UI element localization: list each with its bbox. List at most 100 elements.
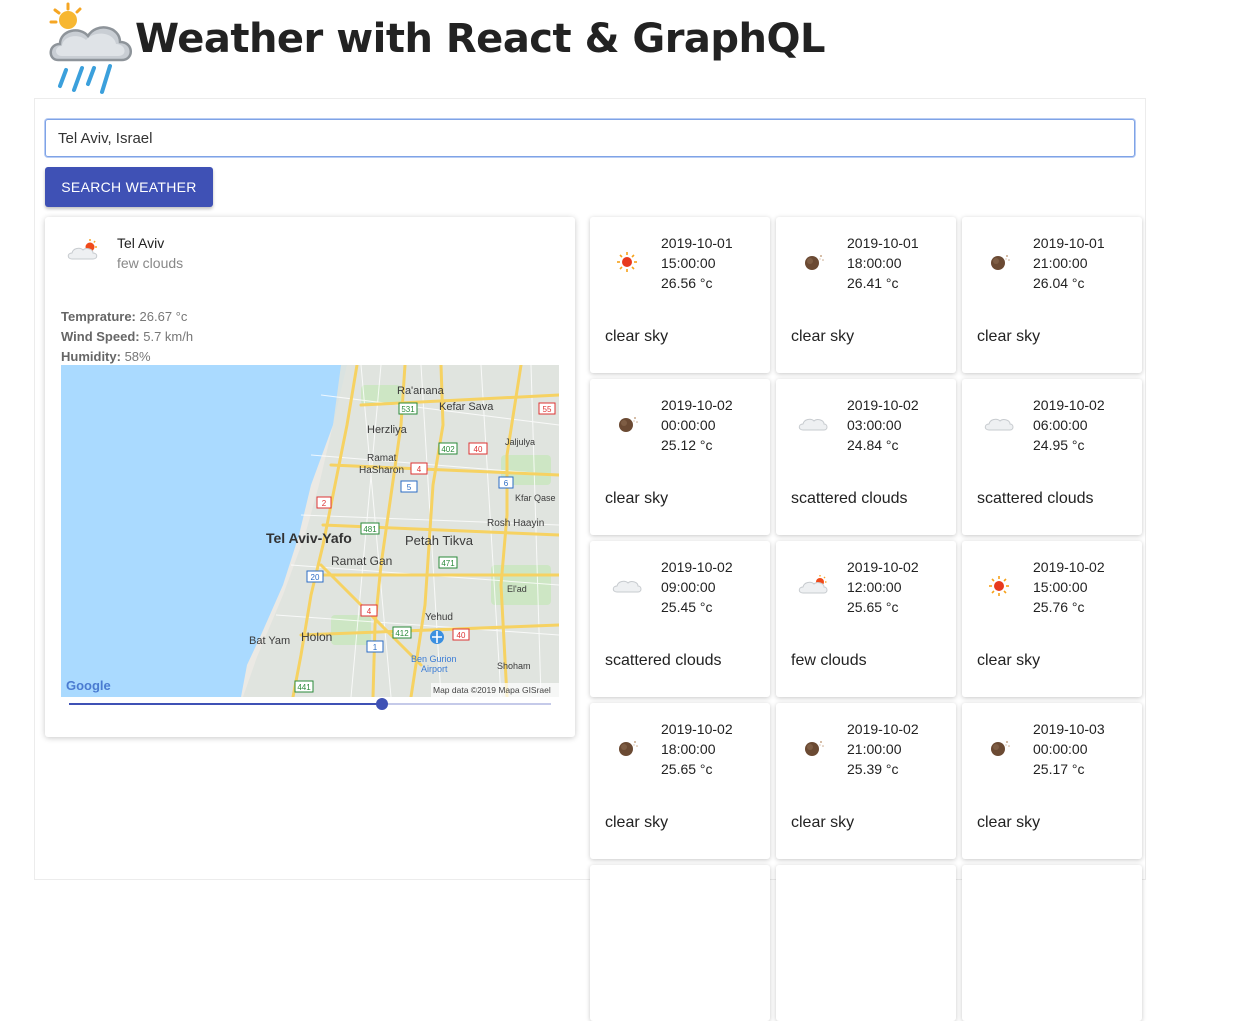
cloud-icon [798, 418, 828, 431]
forecast-description: scattered clouds [977, 490, 1094, 507]
forecast-description: clear sky [605, 328, 669, 345]
moon-icon [619, 417, 638, 432]
forecast-date: 2019-10-02 [847, 397, 919, 413]
wind-row: Wind Speed: 5.7 km/h [61, 327, 193, 347]
road-shield-40b: 40 [457, 631, 466, 640]
humidity-label: Humidity: [61, 349, 121, 364]
road-shield-412: 412 [395, 629, 409, 638]
forecast-time: 18:00:00 [847, 255, 902, 271]
map-label-jaljulya: Jaljulya [505, 437, 535, 447]
map-label-rosh-haayin: Rosh Haayin [487, 518, 544, 529]
map-label-elad: El'ad [507, 584, 527, 594]
forecast-description: scattered clouds [605, 652, 722, 669]
forecast-description: clear sky [977, 652, 1041, 669]
forecast-time: 09:00:00 [661, 579, 716, 595]
forecast-time: 15:00:00 [661, 255, 716, 271]
current-weather-card: Tel Aviv few clouds Temprature: 26.67 °c… [45, 217, 575, 737]
forecast-time: 21:00:00 [1033, 255, 1088, 271]
time-slider[interactable] [69, 697, 551, 711]
few-clouds-day-icon [798, 575, 828, 594]
airport-icon [430, 630, 444, 644]
forecast-time: 21:00:00 [847, 741, 902, 757]
sun-icon [617, 252, 637, 272]
road-shield-4a: 4 [417, 465, 422, 474]
slider-thumb[interactable] [376, 698, 388, 710]
forecast-description: clear sky [977, 814, 1041, 831]
map-label-kefar-sava: Kefar Sava [439, 401, 494, 413]
humidity-value: 58% [124, 349, 151, 364]
cloud-icon [612, 580, 642, 593]
moon-icon [619, 741, 638, 756]
road-shield-4b: 4 [367, 607, 372, 616]
forecast-temperature: 25.39 °c [847, 761, 899, 777]
few-clouds-day-icon [67, 239, 98, 260]
forecast-temperature: 24.84 °c [847, 437, 899, 453]
map-label-ramat-hasharon-1: Ramat [367, 453, 397, 464]
app-header: Weather with React & GraphQL [40, 0, 826, 100]
google-logo: Google [66, 678, 111, 693]
current-description: few clouds [117, 255, 184, 271]
forecast-temperature: 24.95 °c [1033, 437, 1085, 453]
forecast-card: 2019-10-02 12:00:00 25.65 °c few clouds [776, 541, 956, 697]
road-shield-55: 55 [543, 405, 552, 414]
forecast-time: 12:00:00 [847, 579, 902, 595]
forecast-time: 06:00:00 [1033, 417, 1088, 433]
forecast-card: 2019-10-02 15:00:00 25.76 °c clear sky [962, 541, 1142, 697]
wind-value: 5.7 km/h [143, 329, 194, 344]
humidity-row: Humidity: 58% [61, 347, 193, 367]
forecast-temperature: 25.12 °c [661, 437, 713, 453]
forecast-date: 2019-10-02 [661, 559, 733, 575]
map-label-herzliya: Herzliya [367, 424, 408, 436]
road-shield-402: 402 [441, 445, 455, 454]
forecast-time: 15:00:00 [1033, 579, 1088, 595]
moon-icon [991, 741, 1010, 756]
forecast-card: 2019-10-02 06:00:00 24.95 °c scattered clou… [962, 379, 1142, 535]
map-label-tel-aviv-yafo: Tel Aviv-Yafo [266, 530, 352, 546]
sun-icon [989, 576, 1009, 596]
cloud-icon [984, 418, 1014, 431]
forecast-card: 2019-10-02 09:00:00 25.45 °c scattered clou… [590, 541, 770, 697]
wind-label: Wind Speed: [61, 329, 140, 344]
forecast-temperature: 25.76 °c [1033, 599, 1085, 615]
forecast-description: clear sky [791, 328, 855, 345]
forecast-description: clear sky [605, 490, 669, 507]
forecast-temperature: 26.56 °c [661, 275, 713, 291]
forecast-time: 03:00:00 [847, 417, 902, 433]
map-label-ramat-gan: Ramat Gan [331, 554, 392, 568]
forecast-card: 2019-10-01 15:00:00 26.56 °c clear sky [590, 217, 770, 373]
map-attribution: Map data ©2019 Mapa GISrael [433, 685, 551, 695]
forecast-time: 00:00:00 [1033, 741, 1088, 757]
moon-icon [805, 255, 824, 270]
page-title: Weather with React & GraphQL [135, 16, 826, 62]
search-weather-button[interactable]: SEARCH WEATHER [45, 167, 213, 207]
map-label-shoham: Shoham [497, 661, 531, 671]
moon-icon [991, 255, 1010, 270]
forecast-description: clear sky [605, 814, 669, 831]
map-label-holon: Holon [301, 630, 332, 644]
road-shield-1: 1 [373, 643, 378, 652]
map-label-petah-tikva: Petah Tikva [405, 533, 474, 548]
map-label-ben-gurion-1: Ben Gurion [411, 654, 457, 664]
map-canvas[interactable]: Ra'anana Kefar Sava Herzliya Jaljulya Ra… [61, 365, 559, 697]
map-label-ramat-hasharon-2: HaSharon [359, 465, 404, 476]
search-input[interactable] [45, 119, 1135, 157]
map[interactable]: Ra'anana Kefar Sava Herzliya Jaljulya Ra… [61, 365, 559, 697]
forecast-temperature: 26.04 °c [1033, 275, 1085, 291]
road-shield-481: 481 [363, 525, 377, 534]
forecast-description: clear sky [977, 328, 1041, 345]
temperature-value: 26.67 °c [139, 309, 188, 324]
forecast-card-partial [590, 865, 770, 1021]
temperature-row: Temprature: 26.67 °c [61, 307, 193, 327]
forecast-date: 2019-10-02 [1033, 397, 1105, 413]
map-label-yehud: Yehud [425, 612, 453, 623]
forecast-card-partial [776, 865, 956, 1021]
map-label-raanana: Ra'anana [397, 385, 445, 397]
current-city: Tel Aviv [117, 235, 165, 251]
forecast-date: 2019-10-01 [1033, 235, 1105, 251]
forecast-temperature: 25.17 °c [1033, 761, 1085, 777]
forecast-date: 2019-10-02 [661, 397, 733, 413]
map-label-ben-gurion-2: Airport [421, 664, 448, 674]
weather-logo-icon [49, 2, 132, 94]
forecast-temperature: 25.45 °c [661, 599, 713, 615]
forecast-description: clear sky [791, 814, 855, 831]
